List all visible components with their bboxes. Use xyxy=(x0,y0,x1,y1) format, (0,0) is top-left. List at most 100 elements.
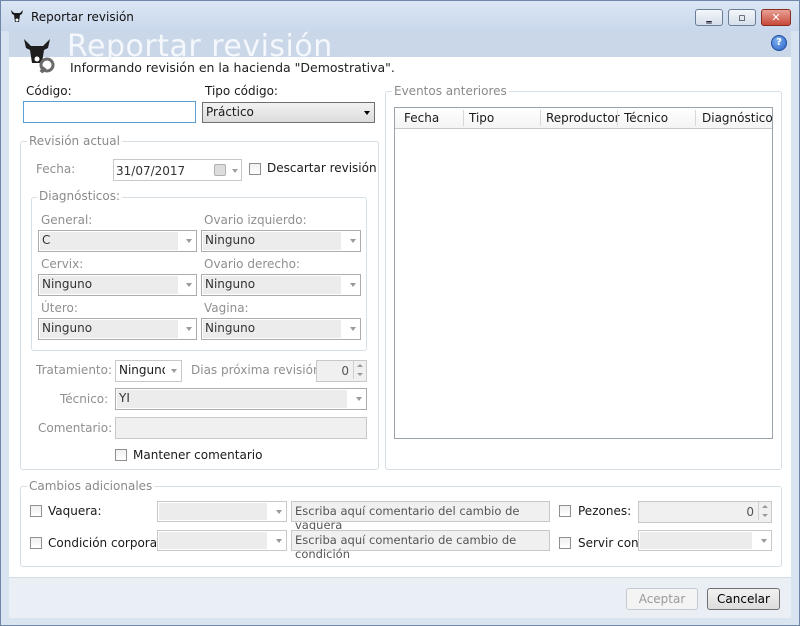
dias-stepper[interactable]: 0 xyxy=(316,360,367,382)
vagina-value: Ninguno xyxy=(205,321,256,335)
cow-wrench-icon xyxy=(24,39,55,73)
vaquera-label: Vaquera: xyxy=(48,504,102,518)
chevron-down-icon xyxy=(356,397,362,401)
ovario-izq-select[interactable]: Ninguno xyxy=(201,230,361,252)
condicion-comment-input[interactable]: Escriba aquí comentario de cambio de con… xyxy=(291,530,550,561)
col-fecha[interactable]: Fecha xyxy=(404,111,439,125)
utero-select[interactable]: Ninguno xyxy=(38,318,197,340)
chevron-down-icon xyxy=(350,283,356,287)
codigo-label: Código: xyxy=(26,84,72,98)
tipo-codigo-value: Práctico xyxy=(206,105,254,119)
minimize-button[interactable]: ‗ xyxy=(695,9,723,26)
window-title: Reportar revisión xyxy=(31,10,134,24)
revision-actual-title: Revisión actual xyxy=(27,134,122,148)
chevron-down-icon xyxy=(276,539,282,543)
ovario-der-value: Ninguno xyxy=(205,277,256,291)
eventos-grid[interactable]: Fecha Tipo Reproductor Técnico Diagnósti… xyxy=(394,107,773,439)
title-bar[interactable]: Reportar revisión ‗ ▫ ✕ xyxy=(1,1,799,31)
codigo-input[interactable] xyxy=(23,101,196,123)
spin-up-icon[interactable] xyxy=(353,361,366,370)
dias-value: 0 xyxy=(341,364,349,378)
chevron-down-icon xyxy=(350,327,356,331)
fecha-picker[interactable]: 31/07/2017 xyxy=(113,159,242,181)
general-select[interactable]: C xyxy=(38,230,197,252)
fecha-value: 31/07/2017 xyxy=(116,164,186,178)
grid-header: Fecha Tipo Reproductor Técnico Diagnósti… xyxy=(395,108,773,129)
chevron-down-icon xyxy=(186,283,192,287)
vaquera-comment: Escriba aquí comentario del cambio de va… xyxy=(295,504,520,532)
dialog-client: Reportar revisión ? Informando revisión … xyxy=(9,29,791,618)
pezones-label: Pezones: xyxy=(578,504,632,518)
calendar-icon[interactable] xyxy=(214,164,226,176)
ovario-izq-value: Ninguno xyxy=(205,233,256,247)
tecnico-select[interactable]: YI xyxy=(115,388,367,410)
header-subtitle: Informando revisión en la hacienda "Demo… xyxy=(70,60,395,75)
close-icon: ✕ xyxy=(771,11,781,24)
tratamiento-label: Tratamiento: xyxy=(36,363,113,377)
mantener-checkbox[interactable] xyxy=(115,449,127,461)
vagina-label: Vagina: xyxy=(204,301,249,315)
chevron-down-icon xyxy=(364,111,370,115)
spin-up-icon[interactable] xyxy=(758,502,771,511)
pezones-value: 0 xyxy=(746,505,754,519)
col-diagnostico[interactable]: Diagnóstico xyxy=(702,111,773,125)
vaquera-checkbox[interactable] xyxy=(30,505,42,517)
dialog-window: Reportar revisión ‗ ▫ ✕ Reportar revisió… xyxy=(0,0,800,626)
col-tipo[interactable]: Tipo xyxy=(469,111,494,125)
accept-button[interactable]: Aceptar xyxy=(626,588,698,610)
diagnosticos-title: Diagnósticos: xyxy=(37,189,123,203)
comentario-label: Comentario: xyxy=(38,421,113,435)
descartar-checkbox[interactable] xyxy=(249,163,261,175)
col-tecnico[interactable]: Técnico xyxy=(624,111,668,125)
chevron-down-icon xyxy=(761,539,767,543)
minimize-icon: ‗ xyxy=(706,11,712,24)
maximize-button[interactable]: ▫ xyxy=(728,9,756,26)
servir-label: Servir con: xyxy=(578,536,643,550)
tecnico-label: Técnico: xyxy=(60,392,109,406)
comentario-input[interactable] xyxy=(115,417,367,439)
eventos-title: Eventos anteriores xyxy=(392,84,509,98)
servir-checkbox[interactable] xyxy=(559,537,571,549)
pezones-checkbox[interactable] xyxy=(559,505,571,517)
tipo-codigo-label: Tipo código: xyxy=(205,84,278,98)
mantener-label: Mantener comentario xyxy=(133,448,263,462)
close-button[interactable]: ✕ xyxy=(761,9,791,26)
tratamiento-value: Ninguno xyxy=(119,363,165,377)
chevron-down-icon xyxy=(186,239,192,243)
condicion-label: Condición corporal: xyxy=(48,536,165,550)
help-icon[interactable]: ? xyxy=(771,35,787,51)
utero-label: Útero: xyxy=(41,301,78,315)
ovario-der-label: Ovario derecho: xyxy=(204,257,300,271)
condicion-select[interactable] xyxy=(157,530,287,551)
condicion-checkbox[interactable] xyxy=(30,537,42,549)
general-value: C xyxy=(42,233,51,247)
header-title: Reportar revisión xyxy=(67,29,333,64)
cow-head-icon xyxy=(11,10,23,22)
cervix-value: Ninguno xyxy=(42,277,93,291)
chevron-down-icon xyxy=(171,369,177,373)
general-label: General: xyxy=(41,213,93,227)
vaquera-select[interactable] xyxy=(157,501,287,522)
cervix-label: Cervix: xyxy=(41,257,84,271)
pezones-stepper[interactable]: 0 xyxy=(638,501,772,523)
ovario-der-select[interactable]: Ninguno xyxy=(201,274,361,296)
tipo-codigo-select[interactable]: Práctico xyxy=(202,102,375,123)
col-reproductor[interactable]: Reproductor xyxy=(546,111,620,125)
vagina-select[interactable]: Ninguno xyxy=(201,318,361,340)
spin-down-icon[interactable] xyxy=(353,370,366,379)
chevron-down-icon xyxy=(276,510,282,514)
ovario-izq-label: Ovario izquierdo: xyxy=(204,213,307,227)
maximize-icon: ▫ xyxy=(738,11,746,24)
dias-label: Dias próxima revisión: xyxy=(191,363,325,377)
spin-down-icon[interactable] xyxy=(758,511,771,520)
cervix-select[interactable]: Ninguno xyxy=(38,274,197,296)
tratamiento-select[interactable]: Ninguno xyxy=(115,360,182,382)
servir-select[interactable] xyxy=(638,530,772,551)
tecnico-value: YI xyxy=(119,391,130,405)
cancel-button[interactable]: Cancelar xyxy=(707,588,780,610)
chevron-down-icon xyxy=(350,239,356,243)
vaquera-comment-input[interactable]: Escriba aquí comentario del cambio de va… xyxy=(291,501,550,532)
chevron-down-icon xyxy=(186,327,192,331)
utero-value: Ninguno xyxy=(42,321,93,335)
condicion-comment: Escriba aquí comentario de cambio de con… xyxy=(295,533,517,561)
